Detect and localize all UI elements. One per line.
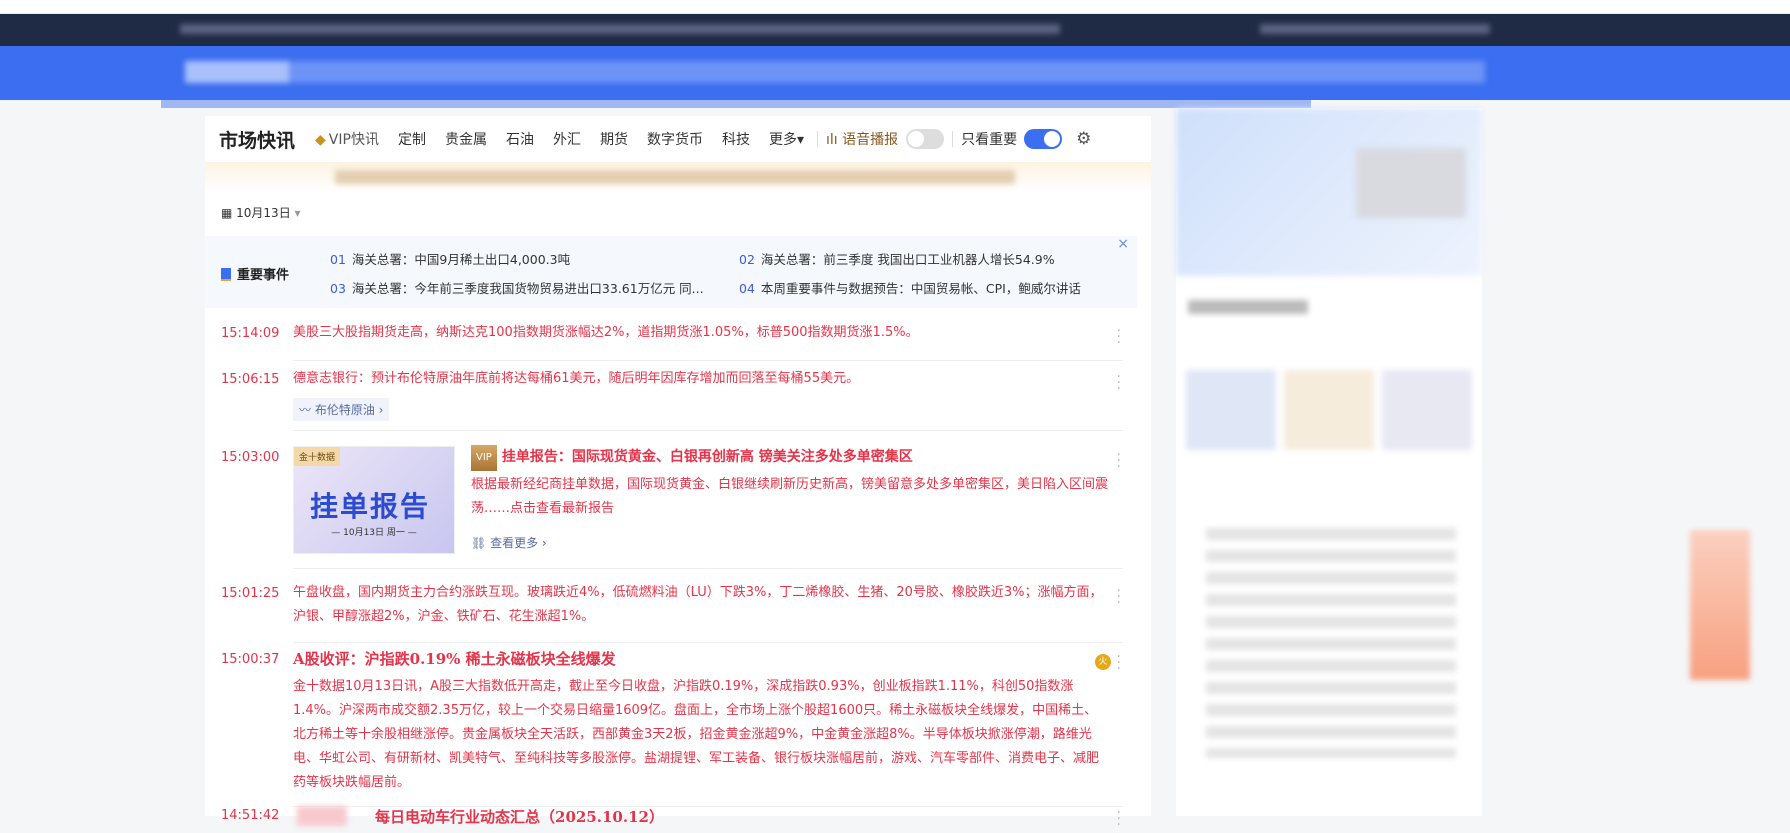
news-text: 午盘收盘，国内期货主力合约涨跌互现。玻璃跌近4%，低硫燃料油（LU）下跌3%，丁…	[293, 585, 1103, 624]
more-options-icon[interactable]: · · ·	[1117, 584, 1121, 610]
tab-crypto[interactable]: 数字货币	[647, 129, 703, 149]
event-text: 海关总署：中国9月稀土出口4,000.3吨	[351, 252, 571, 267]
hot-badge-icon: 火	[1095, 654, 1111, 670]
news-time: 15:06:15	[221, 372, 280, 387]
news-body: A股收评：沪指跌0.19% 稀土永磁板块全线爆发 金十数据10月13日讯，A股三…	[293, 647, 1103, 795]
divider	[293, 430, 1123, 431]
event-item[interactable]: 02 海关总署：前三季度 我国出口工业机器人增长54.9%	[739, 249, 1055, 268]
event-num: 02	[739, 252, 755, 267]
sidebar-ad-image	[1356, 148, 1466, 218]
chevron-down-icon: ▾	[290, 206, 301, 220]
vip-badge: VIP	[471, 445, 497, 471]
nav-underband	[161, 100, 1311, 108]
more-options-icon[interactable]: · · ·	[1117, 324, 1121, 350]
flash-news-panel: 市场快讯 ◆ VIP快讯 定制 贵金属 石油 外汇 期货 数字货币 科技 更多▾ …	[205, 116, 1151, 832]
tab-forex[interactable]: 外汇	[553, 129, 581, 149]
events-doc-icon	[221, 268, 231, 281]
news-body: VIP 挂单报告：国际现货黄金、白银再创新高 镑美关注多处多单密集区 根据最新经纪…	[471, 445, 1111, 521]
news-headline[interactable]: 挂单报告：国际现货黄金、白银再创新高 镑美关注多处多单密集区	[502, 449, 913, 465]
tab-oil[interactable]: 石油	[506, 129, 534, 149]
site-main-nav	[0, 46, 1790, 100]
promo-banner[interactable]	[205, 162, 1151, 192]
news-headline[interactable]: A股收评：沪指跌0.19% 稀土永磁板块全线爆发	[293, 647, 1103, 671]
tab-tech[interactable]: 科技	[722, 129, 750, 149]
blurred-card[interactable]	[1186, 370, 1276, 450]
event-text: 海关总署：前三季度 我国出口工业机器人增长54.9%	[760, 252, 1055, 267]
divider	[816, 131, 818, 147]
blurred-top-links	[180, 24, 1060, 34]
divider	[293, 360, 1123, 361]
event-text: 海关总署：今年前三季度我国货物贸易进出口33.61万亿元 同...	[351, 281, 704, 296]
thumbnail-title: 挂单报告	[310, 490, 431, 523]
more-options-icon[interactable]: · · ·	[1117, 370, 1121, 396]
tab-label: VIP快讯	[328, 132, 379, 148]
floating-widget[interactable]	[1690, 530, 1750, 680]
blurred-card[interactable]	[1284, 370, 1374, 450]
event-num: 04	[739, 281, 755, 296]
more-options-icon[interactable]: · · ·	[1117, 448, 1121, 474]
news-time: 15:01:25	[221, 586, 280, 601]
voice-broadcast-toggle[interactable]	[906, 129, 945, 149]
news-text: 德意志银行：预计布伦特原油年底前将达每桶61美元，随后明年因库存增加而回落至每桶…	[293, 371, 860, 386]
blurred-card[interactable]	[1382, 370, 1472, 450]
news-headline[interactable]: 每日电动车行业动态汇总（2025.10.12）	[375, 806, 664, 827]
date-picker[interactable]: ▦ 10月13日 ▾	[221, 204, 301, 221]
more-options-icon[interactable]: · · ·	[1117, 650, 1121, 676]
blurred-account-links	[1260, 24, 1490, 34]
event-item[interactable]: 04 本周重要事件与数据预告：中国贸易帐、CPI，鲍威尔讲话	[739, 278, 1081, 297]
divider	[293, 568, 1123, 569]
event-num: 03	[330, 281, 346, 296]
tab-vip[interactable]: ◆ VIP快讯	[315, 129, 379, 149]
trend-chart-icon: 〰	[299, 403, 315, 417]
see-more-link[interactable]: ⛓ 查看更多 ›	[471, 534, 547, 551]
news-thumbnail	[297, 806, 347, 826]
audio-bars-icon: ılı	[825, 132, 843, 148]
event-num: 01	[330, 252, 346, 267]
tab-precious-metals[interactable]: 贵金属	[445, 129, 487, 149]
event-item[interactable]: 03 海关总署：今年前三季度我国货物贸易进出口33.61万亿元 同...	[330, 278, 704, 297]
important-events-box: 重要事件 01 海关总署：中国9月稀土出口4,000.3吨 02 海关总署：前三季度…	[205, 236, 1137, 308]
blurred-heading	[1188, 300, 1308, 314]
thumbnail-date: — 10月13日 周一 —	[331, 528, 417, 538]
blurred-banner-text	[335, 170, 1015, 184]
browser-top-strip	[0, 0, 1790, 14]
news-text: 金十数据10月13日讯，A股三大指数低开高走，截止至今日收盘，沪指跌0.19%，…	[293, 679, 1100, 790]
events-label-text: 重要事件	[237, 268, 290, 283]
news-text: 美股三大股指期货走高，纳斯达克100指数期货涨幅达2%，道指期货涨1.05%，标…	[293, 325, 919, 340]
tab-more[interactable]: 更多▾	[769, 129, 804, 149]
important-events-label: 重要事件	[221, 264, 289, 283]
tag-label: 布伦特原油 ›	[314, 403, 384, 417]
news-tabs: 市场快讯 ◆ VIP快讯 定制 贵金属 石油 外汇 期货 数字货币 科技 更多▾ …	[205, 116, 1151, 166]
page-title: 市场快讯	[219, 126, 295, 166]
see-more-label: 查看更多 ›	[490, 536, 547, 550]
tab-futures[interactable]: 期货	[600, 129, 628, 149]
news-time: 15:14:09	[221, 326, 280, 341]
news-time: 15:00:37	[221, 652, 280, 667]
event-item[interactable]: 01 海关总署：中国9月稀土出口4,000.3吨	[330, 249, 570, 268]
report-thumbnail[interactable]: 金十数据 挂单报告 — 10月13日 周一 —	[293, 446, 455, 554]
jin10-logo: 金十数据	[294, 447, 341, 466]
vip-diamond-icon: ◆	[315, 132, 326, 148]
important-only-label: 只看重要	[961, 132, 1018, 148]
blurred-list[interactable]	[1206, 518, 1456, 758]
related-instrument-tag[interactable]: 〰 布伦特原油 ›	[293, 398, 390, 421]
news-text: 根据最新经纪商挂单数据，国际现货黄金、白银继续刷新历史新高，镑美留意多处多单密集…	[471, 477, 1109, 516]
link-icon: ⛓	[471, 536, 491, 550]
divider	[293, 642, 1123, 643]
calendar-icon: ▦	[221, 206, 237, 220]
important-only-toggle[interactable]	[1024, 129, 1063, 149]
more-options-icon[interactable]: · · ·	[1117, 806, 1121, 832]
news-time: 15:03:00	[221, 450, 280, 465]
settings-gear-icon[interactable]: ⚙	[1076, 129, 1091, 149]
close-icon[interactable]: ×	[1117, 236, 1129, 252]
date-value: 10月13日	[236, 206, 291, 220]
tab-custom[interactable]: 定制	[398, 129, 426, 149]
event-text: 本周重要事件与数据预告：中国贸易帐、CPI，鲍威尔讲话	[760, 281, 1081, 296]
site-top-bar	[0, 14, 1790, 46]
voice-broadcast-label: ılı 语音播报	[826, 129, 898, 149]
right-sidebar	[1176, 108, 1482, 816]
divider	[952, 131, 954, 147]
blurred-nav-items[interactable]	[185, 61, 1485, 83]
voice-label-text: 语音播报	[842, 132, 899, 148]
